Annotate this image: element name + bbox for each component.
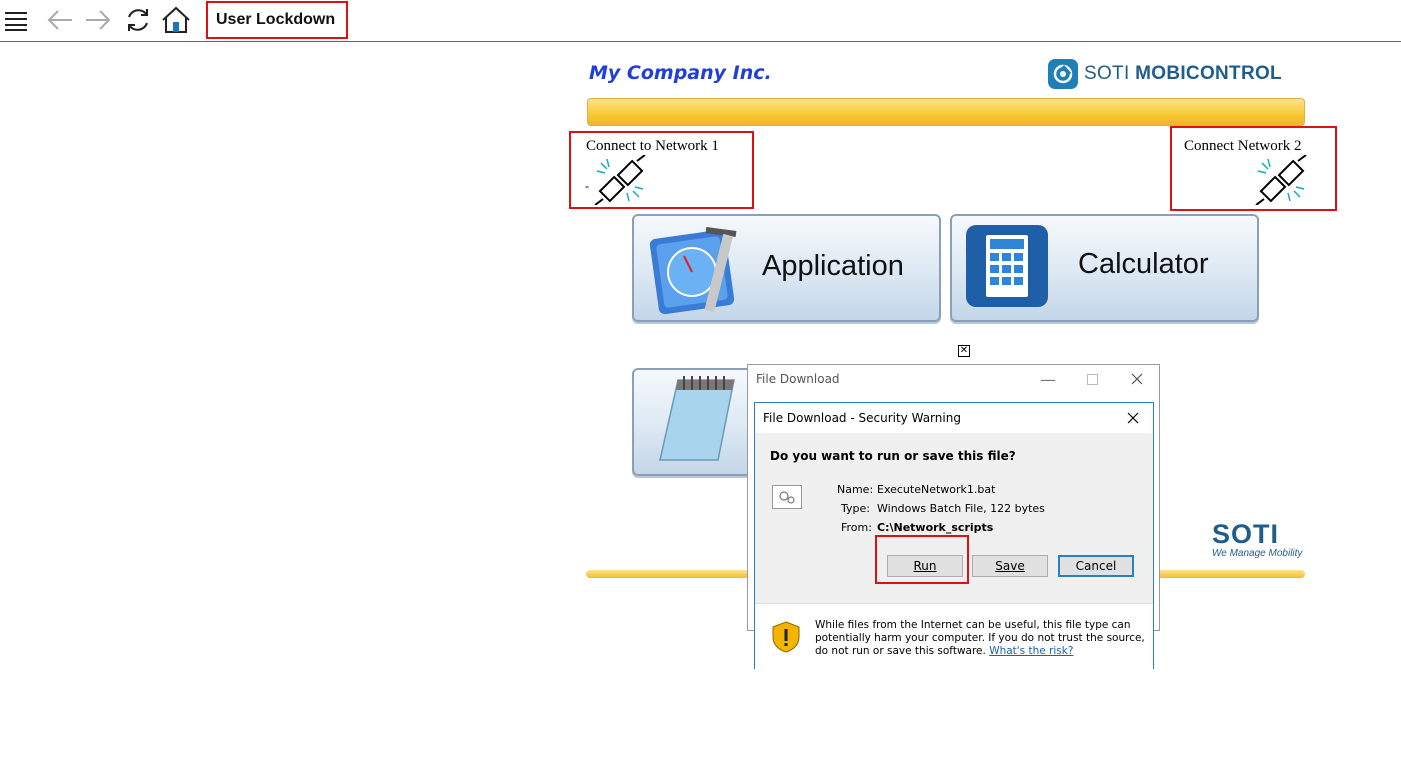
network-2-label: Connect Network 2: [1184, 138, 1302, 154]
network-1-label: Connect to Network 1: [586, 138, 719, 154]
notepad-icon: [659, 376, 735, 461]
shield-warning-icon: [772, 621, 800, 653]
maximize-icon[interactable]: [1072, 367, 1112, 391]
connect-network-1[interactable]: Connect to Network 1 ": [569, 131, 754, 209]
cancel-button[interactable]: Cancel: [1058, 555, 1134, 577]
top-toolbar: User Lockdown: [0, 0, 1401, 42]
soti-footer-logo-text: SOTI: [1212, 519, 1280, 549]
dialog-warning-area: While files from the Internet can be use…: [755, 603, 1153, 669]
dialog-title: File Download - Security Warning: [763, 411, 961, 425]
type-label: Type:: [841, 502, 870, 515]
type-value: Windows Batch File, 122 bytes: [877, 502, 1045, 515]
application-label: Application: [762, 250, 904, 282]
dialog-titlebar: File Download - Security Warning: [755, 403, 1153, 433]
arrow-right-icon[interactable]: [82, 4, 114, 36]
from-label: From:: [841, 521, 872, 534]
close-icon[interactable]: ✕: [958, 345, 970, 357]
whats-the-risk-link[interactable]: What's the risk?: [989, 645, 1073, 657]
from-value: C:\Network_scripts: [877, 521, 994, 534]
batch-file-icon: [772, 485, 802, 509]
plug-icon: [594, 155, 646, 205]
home-icon[interactable]: [160, 4, 192, 36]
save-button[interactable]: Save: [972, 555, 1048, 577]
soti-logo-icon: [1048, 59, 1078, 89]
hamburger-menu-icon[interactable]: [0, 4, 32, 36]
dialog-close-icon[interactable]: [1127, 411, 1139, 429]
dialog-question: Do you want to run or save this file?: [770, 449, 1016, 463]
arrow-left-icon[interactable]: [44, 4, 76, 36]
logo-text: SOTI MOBICONTROL: [1084, 63, 1282, 84]
warning-text: While files from the Internet can be use…: [815, 619, 1145, 657]
application-tile[interactable]: Application: [632, 214, 941, 322]
soti-footer-logo: SOTI We Manage Mobility: [1212, 519, 1303, 560]
header-bar: [587, 98, 1305, 126]
plug-icon: [1255, 155, 1307, 205]
network-1-extra: ": [585, 185, 590, 196]
name-label: Name:: [837, 483, 874, 496]
minimize-icon[interactable]: —: [1028, 367, 1068, 391]
refresh-icon[interactable]: [122, 4, 154, 36]
application-tools-icon: [649, 227, 737, 315]
run-button-highlight: [875, 535, 969, 584]
page-title-text: User Lockdown: [216, 11, 336, 28]
file-download-window-title: File Download: [756, 372, 840, 386]
connect-network-2[interactable]: Connect Network 2: [1170, 126, 1337, 211]
soti-footer-tagline: We Manage Mobility: [1212, 548, 1303, 559]
name-value: ExecuteNetwork1.bat: [877, 483, 996, 496]
company-name: My Company Inc.: [589, 62, 772, 84]
calculator-label: Calculator: [1078, 248, 1209, 280]
soti-mobicontrol-logo: SOTI MOBICONTROL: [1048, 59, 1282, 89]
page-title: User Lockdown: [206, 1, 348, 39]
calculator-tile[interactable]: Calculator: [950, 214, 1259, 322]
calculator-icon: [966, 225, 1048, 307]
close-icon[interactable]: [1117, 367, 1157, 391]
